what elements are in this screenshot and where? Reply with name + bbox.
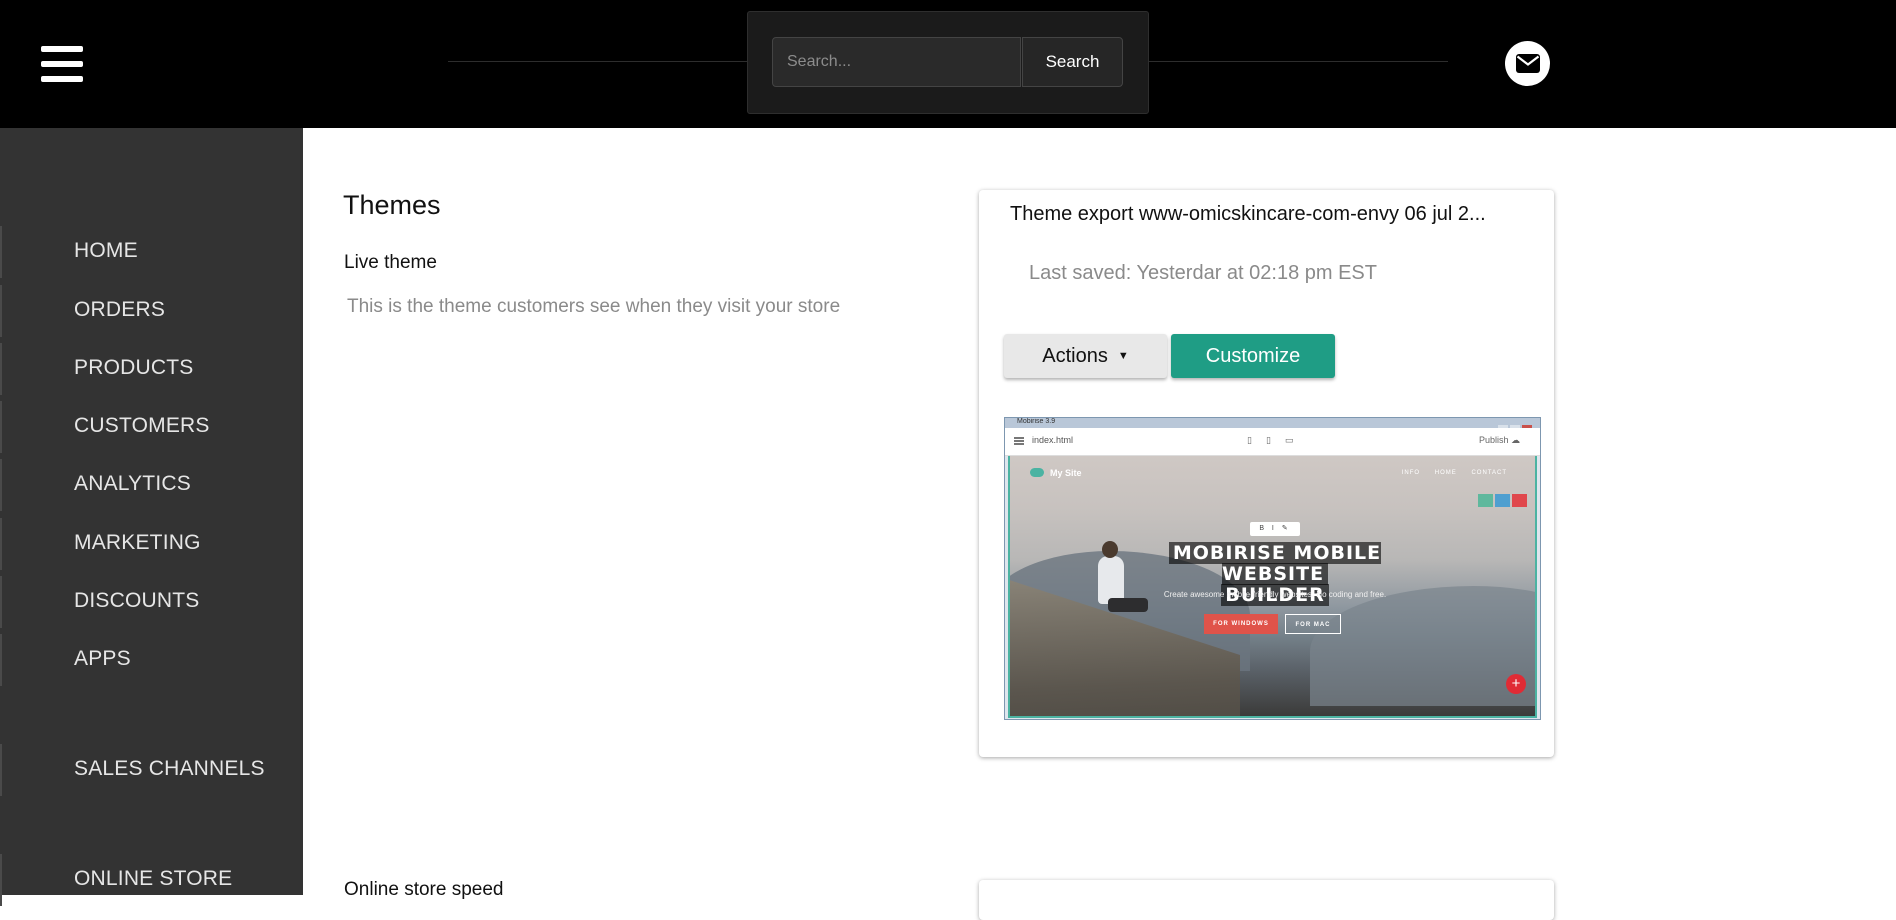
cloud-icon [1030, 468, 1044, 477]
sidebar-item-analytics[interactable]: ANALYTICS [0, 459, 303, 511]
hamburger-menu-icon[interactable] [41, 46, 83, 82]
live-theme-heading: Live theme [344, 252, 437, 273]
add-block-icon: + [1506, 674, 1526, 694]
actions-dropdown-button[interactable]: Actions ▼ [1004, 334, 1167, 378]
preview-nav-item: INFO [1401, 470, 1421, 476]
sidebar-item-label: SALES CHANNELS [74, 757, 265, 780]
online-store-speed-heading: Online store speed [344, 879, 504, 900]
top-bar: Search [0, 0, 1896, 128]
preview-publish: Publish ☁ [1478, 435, 1520, 445]
sidebar-item-marketing[interactable]: MARKETING [0, 518, 303, 570]
block-edit-tools [1476, 494, 1527, 512]
search-input[interactable] [772, 37, 1021, 87]
headline-line: MOBIRISE MOBILE WEBSITE [1168, 542, 1382, 585]
sidebar-item-customers[interactable]: CUSTOMERS [0, 401, 303, 453]
preview-hero: My Site INFO HOME CONTACT B I ✎ MOBIRISE… [1008, 456, 1537, 718]
preview-site-name: My Site [1050, 468, 1082, 478]
window-controls-icon [1496, 419, 1536, 432]
sidebar-item-label: PRODUCTS [74, 356, 194, 379]
sidebar-item-products[interactable]: PRODUCTS [0, 343, 303, 395]
sidebar-item-home[interactable]: HOME [0, 226, 303, 278]
envelope-icon[interactable] [1505, 41, 1550, 86]
publish-label: Publish [1478, 435, 1509, 445]
sidebar-item-label: ORDERS [74, 298, 166, 321]
preview-windows-button: FOR WINDOWS [1204, 614, 1278, 634]
speed-card [979, 880, 1554, 920]
theme-title: Theme export www-omicskincare-com-envy 0… [1010, 203, 1486, 225]
actions-label: Actions [1042, 344, 1108, 367]
sidebar: HOME ORDERS PRODUCTS CUSTOMERS ANALYTICS… [0, 128, 303, 906]
caret-down-icon: ▼ [1117, 349, 1129, 362]
preview-mac-button: FOR MAC [1285, 614, 1341, 634]
sidebar-item-online-store[interactable]: ONLINE STORE [0, 854, 303, 906]
envelope-glyph [1516, 54, 1540, 73]
sidebar-item-label: MARKETING [74, 531, 201, 554]
preview-window-title: Mobirise 3.9 [1017, 418, 1056, 425]
sidebar-item-label: CUSTOMERS [74, 414, 210, 437]
sidebar-item-apps[interactable]: APPS [0, 634, 303, 686]
preview-file-name: index.html [1032, 435, 1074, 445]
sidebar-item-label: ONLINE STORE [74, 867, 233, 890]
text-format-tools: B I ✎ [1250, 522, 1300, 536]
search-panel: Search [747, 11, 1149, 114]
preview-subtitle: Create awesome mobile-friendly websites.… [1163, 590, 1387, 599]
edit-icon [1478, 494, 1493, 507]
customize-button[interactable]: Customize [1171, 334, 1335, 378]
search-button[interactable]: Search [1022, 37, 1123, 87]
last-saved-text: Last saved: Yesterdar at 02:18 pm EST [1029, 262, 1377, 284]
page-title: Themes [343, 190, 441, 220]
divider [448, 61, 748, 62]
sidebar-item-label: HOME [74, 239, 138, 262]
divider [1148, 61, 1448, 62]
live-theme-description: This is the theme customers see when the… [347, 296, 841, 317]
gear-icon [1495, 494, 1510, 507]
device-icons: ▯▯▭ [1247, 435, 1308, 445]
sidebar-item-sales-channels[interactable]: SALES CHANNELS [0, 744, 303, 796]
preview-toolbar: index.html ▯▯▭ Publish ☁ [1005, 428, 1540, 456]
preview-site-logo: My Site [1030, 468, 1082, 478]
preview-nav-item: HOME [1434, 470, 1457, 476]
preview-nav-item: CONTACT [1471, 470, 1507, 476]
preview-window-bar: Mobirise 3.9 [1005, 418, 1540, 432]
menu-icon [1014, 437, 1024, 445]
theme-card: Theme export www-omicskincare-com-envy 0… [979, 190, 1554, 757]
sidebar-item-label: DISCOUNTS [74, 589, 200, 612]
sidebar-item-orders[interactable]: ORDERS [0, 285, 303, 337]
preview-nav: INFO HOME CONTACT [1390, 470, 1507, 476]
theme-preview-image[interactable]: Mobirise 3.9 index.html ▯▯▭ Publish ☁ My… [1004, 417, 1541, 720]
trash-icon [1512, 494, 1527, 507]
sidebar-item-label: ANALYTICS [74, 472, 191, 495]
sidebar-item-discounts[interactable]: DISCOUNTS [0, 576, 303, 628]
sidebar-item-label: APPS [74, 647, 131, 670]
